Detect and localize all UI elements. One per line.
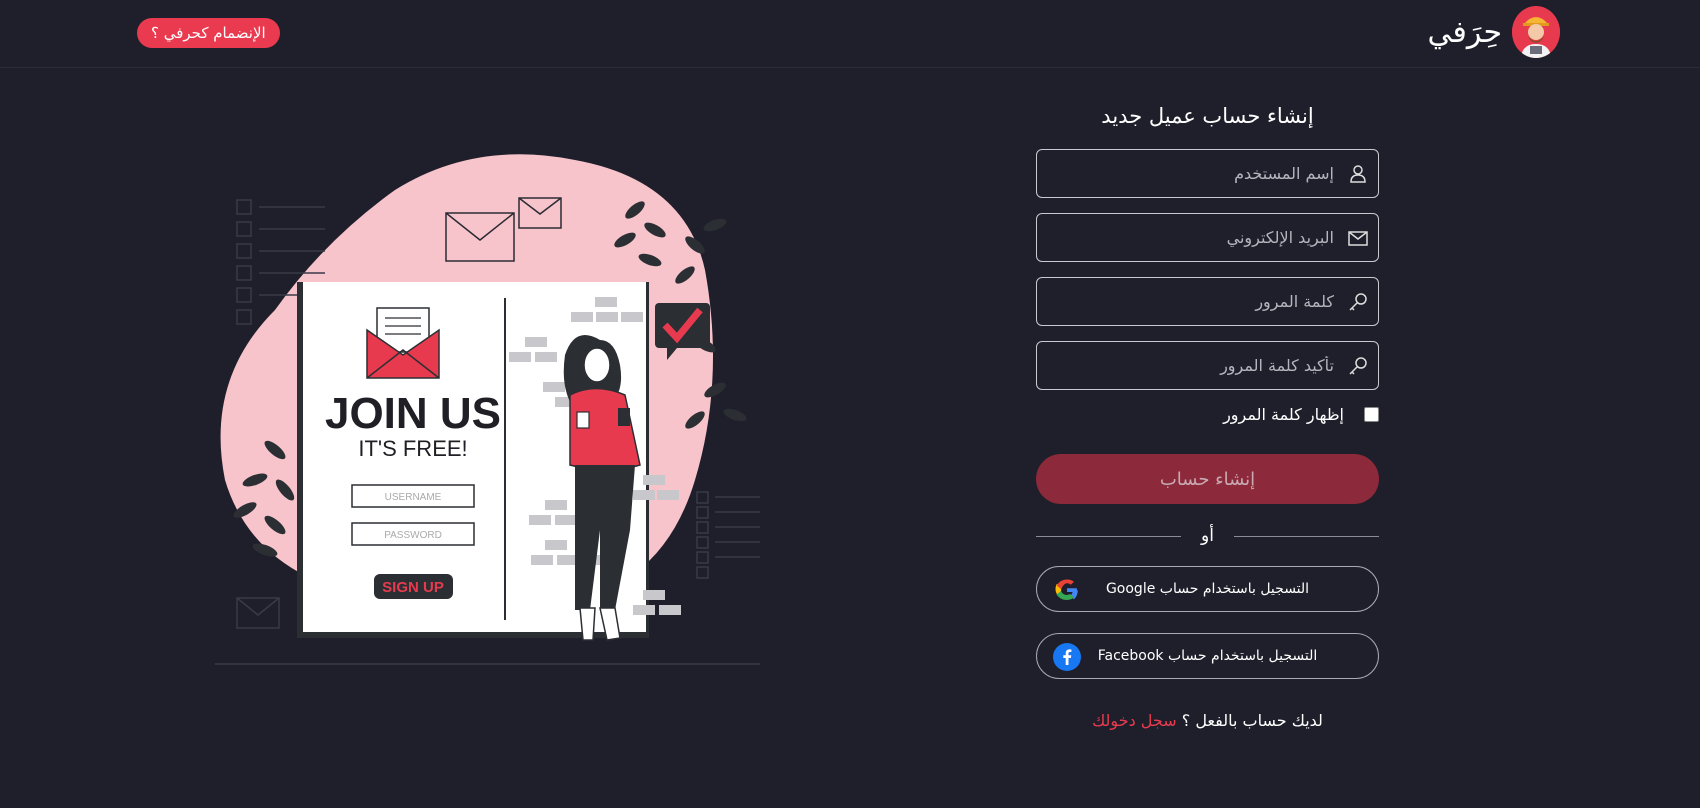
key-icon bbox=[1349, 293, 1367, 311]
google-signup-button[interactable]: التسجيل باستخدام حساب Google bbox=[1036, 566, 1379, 612]
join-us-illustration: JOIN US IT'S FREE! USERNAME PASSWORD SIG… bbox=[215, 150, 775, 680]
brand[interactable]: حِرَفي bbox=[1428, 6, 1560, 58]
card-subheading: IT'S FREE! bbox=[358, 436, 467, 461]
confirm-password-field[interactable] bbox=[1036, 341, 1379, 390]
email-field[interactable] bbox=[1036, 213, 1379, 262]
card-username-field: USERNAME bbox=[385, 492, 442, 503]
username-field[interactable] bbox=[1036, 149, 1379, 198]
username-input[interactable] bbox=[1037, 150, 1378, 197]
card-signup-button: SIGN UP bbox=[382, 579, 444, 596]
password-field[interactable] bbox=[1036, 277, 1379, 326]
top-bar: حِرَفي الإنضمام كحرفي ؟ bbox=[0, 0, 1700, 68]
create-account-button[interactable]: إنشاء حساب bbox=[1036, 454, 1379, 504]
card-heading: JOIN US bbox=[325, 389, 501, 438]
show-password-checkbox[interactable] bbox=[1364, 407, 1379, 422]
confirm-password-input[interactable] bbox=[1037, 342, 1378, 389]
google-icon bbox=[1055, 579, 1078, 600]
login-prompt: لديك حساب بالفعل ؟ سجل دخولك bbox=[1036, 711, 1379, 730]
login-link[interactable]: سجل دخولك bbox=[1092, 711, 1177, 730]
email-input[interactable] bbox=[1037, 214, 1378, 261]
facebook-signup-button[interactable]: التسجيل باستخدام حساب Facebook bbox=[1036, 633, 1379, 679]
divider-line bbox=[1233, 535, 1379, 537]
divider-line bbox=[1036, 535, 1182, 537]
form-title: إنشاء حساب عميل جديد bbox=[1101, 104, 1314, 128]
password-input[interactable] bbox=[1037, 278, 1378, 325]
join-as-craftsman-button[interactable]: الإنضمام كحرفي ؟ bbox=[137, 18, 280, 48]
envelope-icon bbox=[1348, 231, 1368, 246]
facebook-signup-label: التسجيل باستخدام حساب Facebook bbox=[1097, 648, 1318, 664]
signup-form: إنشاء حساب عميل جديد إظهار كلمة المرور إ… bbox=[1036, 96, 1379, 730]
or-label: أو bbox=[1201, 526, 1214, 546]
brand-logo-icon bbox=[1512, 6, 1560, 58]
show-password-label: إظهار كلمة المرور bbox=[1223, 405, 1344, 424]
user-icon bbox=[1350, 165, 1366, 183]
key-icon bbox=[1349, 357, 1367, 375]
have-account-text: لديك حساب بالفعل ؟ bbox=[1181, 711, 1323, 730]
show-password-row: إظهار كلمة المرور bbox=[1036, 405, 1379, 424]
or-divider: أو bbox=[1036, 526, 1379, 546]
facebook-icon bbox=[1053, 643, 1081, 671]
google-signup-label: التسجيل باستخدام حساب Google bbox=[1105, 581, 1310, 597]
card-password-field: PASSWORD bbox=[384, 530, 442, 541]
brand-name: حِرَفي bbox=[1427, 14, 1502, 50]
